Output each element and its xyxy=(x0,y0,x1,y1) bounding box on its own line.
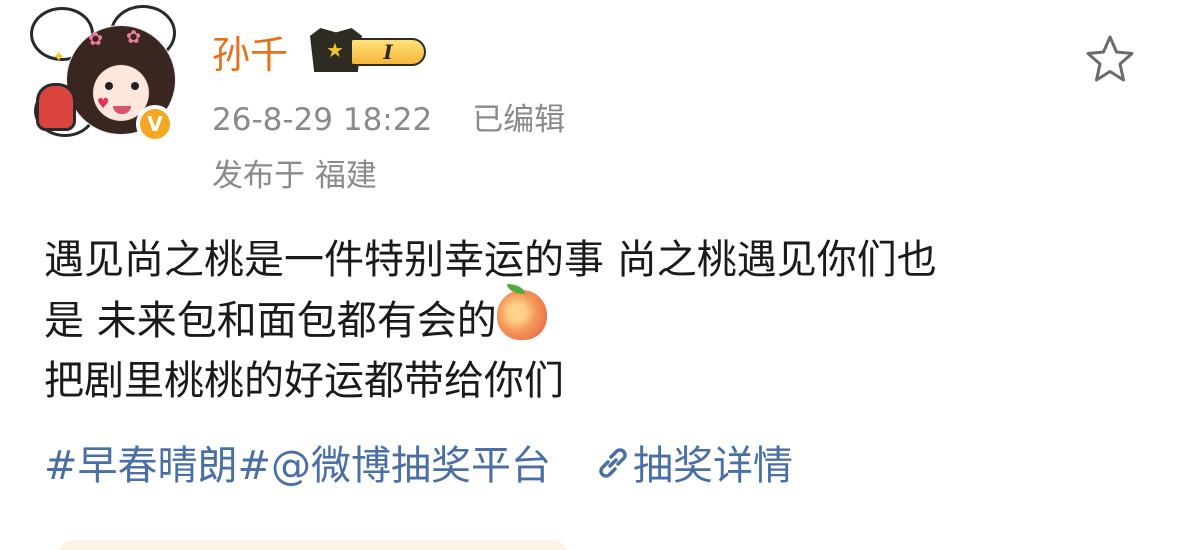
avatar-eye xyxy=(105,82,113,90)
avatar-eye xyxy=(131,82,139,90)
verified-badge-icon: V xyxy=(136,105,174,143)
flower-icon: ✿ xyxy=(88,29,104,50)
avatar-mouth xyxy=(113,106,131,114)
link-icon[interactable] xyxy=(593,443,633,483)
star-outline-icon[interactable] xyxy=(1084,34,1136,84)
content-line: 是 未来包和面包都有会的 xyxy=(44,284,1144,351)
edited-label[interactable]: 已编辑 xyxy=(472,102,565,138)
post-meta: 26-8-29 18:22 已编辑 xyxy=(212,94,565,139)
post-content: 遇见尚之桃是一件特别幸运的事 尚之桃遇见你们也 是 未来包和面包都有会的 把剧里… xyxy=(44,230,1144,411)
mention-link[interactable]: @微博抽奖平台 xyxy=(271,443,551,489)
content-line: 把剧里桃桃的好运都带给你们 xyxy=(44,358,564,404)
content-line: 遇见尚之桃是一件特别幸运的事 尚之桃遇见你们也 xyxy=(44,237,937,283)
phone-sticker-icon xyxy=(36,83,76,131)
lottery-details-link[interactable]: 抽奖详情 xyxy=(633,443,793,489)
repost-card[interactable] xyxy=(58,540,568,550)
post-location: 发布于 福建 xyxy=(212,158,377,194)
peach-icon xyxy=(496,284,547,340)
avatar-heart-sticker: ♥ xyxy=(97,96,110,112)
content-line-text: 是 未来包和面包都有会的 xyxy=(44,298,497,344)
star-icon: ★ xyxy=(326,38,344,62)
avatar[interactable]: ♥ ✿ ✿ ✦ V xyxy=(30,5,180,145)
sparkle-icon: ✦ xyxy=(52,47,66,66)
weibo-post: ♥ ✿ ✿ ✦ V 孙千 ★ I 26-8-29 18:22 已编辑 发布于 福建… xyxy=(0,0,1179,550)
username[interactable]: 孙千 xyxy=(212,24,288,79)
vip-badge[interactable]: ★ I xyxy=(310,28,428,72)
post-timestamp: 26-8-29 18:22 xyxy=(212,102,433,138)
flower-icon: ✿ xyxy=(126,27,142,48)
post-tags: #早春晴朗#@微博抽奖平台 抽奖详情 xyxy=(44,436,793,496)
vip-level-label: I xyxy=(350,38,426,66)
hashtag-link[interactable]: #早春晴朗# xyxy=(44,443,271,489)
